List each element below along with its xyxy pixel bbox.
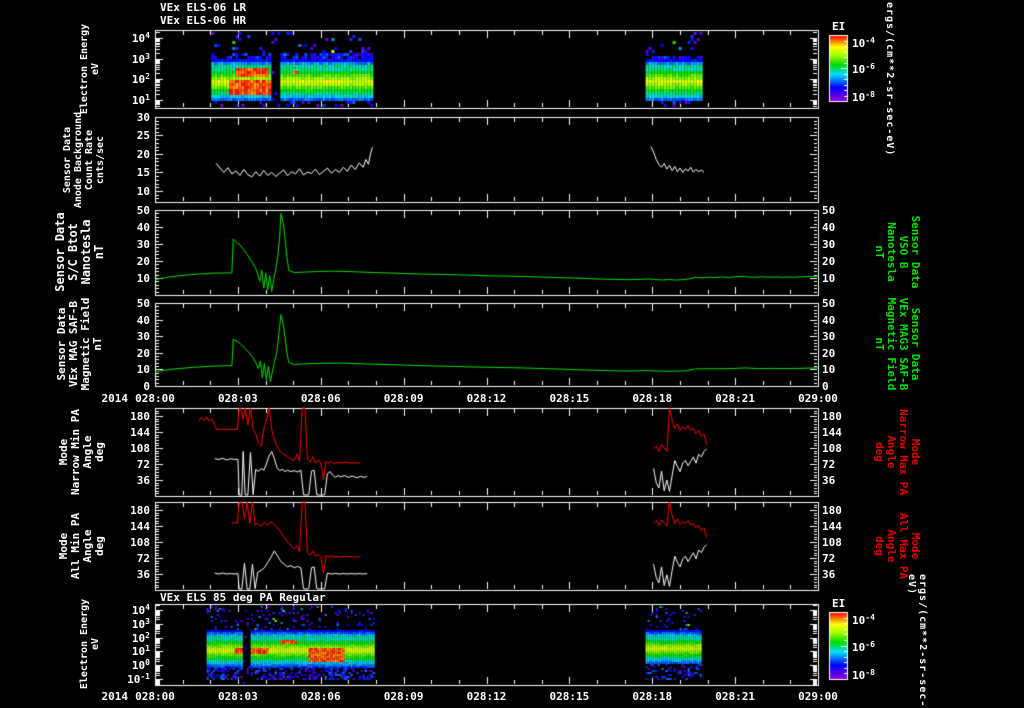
colorbar2-tick-10^-8: 10-8 xyxy=(852,668,875,682)
ytick-all-36: 36 xyxy=(136,568,150,581)
xtick-row1-028:06: 028:06 xyxy=(300,392,341,405)
colorbar2-tick-10^-4: 10-4 xyxy=(852,613,875,627)
panel1-title-hr: VEx ELS-06 HR xyxy=(160,14,247,27)
colorbar2-tick-10^-6: 10-6 xyxy=(852,640,875,654)
ytick-right-all-108: 108 xyxy=(822,536,842,549)
ytick-all-144: 144 xyxy=(130,520,150,533)
ytick-mag-50: 50 xyxy=(136,297,150,310)
ytick-right-all-36: 36 xyxy=(822,568,836,581)
ytick-all-108: 108 xyxy=(130,536,150,549)
colorbar1-tick-10^-8: 10-8 xyxy=(852,90,875,104)
xtick-row1-028:09: 028:09 xyxy=(383,392,424,405)
ytick-right-narrow-36: 36 xyxy=(822,474,836,487)
ytick-right-btot-40: 40 xyxy=(822,221,836,234)
ytick-els06-10^4: 104 xyxy=(131,31,150,45)
colorbar2-unit-label: ergs/(cm**2-sr-sec-eV) xyxy=(906,574,928,708)
ytick-right-narrow-72: 72 xyxy=(822,458,836,471)
ytick-all-180: 180 xyxy=(130,504,150,517)
ytick-els06-10^2: 102 xyxy=(131,72,150,86)
ytick-right-all-180: 180 xyxy=(822,504,842,517)
ytick-narrow-108: 108 xyxy=(130,442,150,455)
xtick-row2-028:15: 028:15 xyxy=(549,690,590,703)
ytick-right-btot-50: 50 xyxy=(822,204,836,217)
ytick-els85-10^1: 101 xyxy=(131,644,150,658)
ytick-right-mag-20: 20 xyxy=(822,347,836,360)
ytick-count-20: 20 xyxy=(136,148,150,161)
ytick-narrow-180: 180 xyxy=(130,410,150,423)
ytick-mag-40: 40 xyxy=(136,314,150,327)
xtick-row2-028:21: 028:21 xyxy=(715,690,755,703)
ytick-btot-10: 10 xyxy=(136,272,150,285)
ytick-els85-10^4: 104 xyxy=(131,603,150,617)
xtick-row2-028:18: 028:18 xyxy=(632,690,673,703)
ytick-right-btot-20: 20 xyxy=(822,255,836,268)
ytick-els85-10^3: 103 xyxy=(131,617,150,631)
ytick-btot-40: 40 xyxy=(136,221,150,234)
colorbar1-unit-label: ergs/(cm**2-sr-sec-eV) xyxy=(884,2,895,157)
ytick-btot-20: 20 xyxy=(136,255,150,268)
ytick-right-mag-10: 10 xyxy=(822,363,836,376)
panel1-title-lr: VEx ELS-06 LR xyxy=(160,1,247,14)
xtick-row2-028:09: 028:09 xyxy=(383,690,424,703)
xtick-row1-028:03: 028:03 xyxy=(218,392,258,405)
ytick-count-25: 25 xyxy=(136,129,150,142)
ytick-right-narrow-144: 144 xyxy=(822,426,842,439)
xtick-row2-028:03: 028:03 xyxy=(218,690,258,703)
xtick-row2-028:06: 028:06 xyxy=(300,690,341,703)
xtick-row2-028:00: 028:00 xyxy=(135,690,175,703)
panel7-title: VEx ELS 85 deg PA Regular xyxy=(160,591,326,604)
panel7-ylabel: Electron Energy eV xyxy=(79,598,101,690)
ytick-all-72: 72 xyxy=(136,552,150,565)
ytick-right-mag-50: 50 xyxy=(822,297,836,310)
ytick-right-all-72: 72 xyxy=(822,552,836,565)
ytick-right-btot-30: 30 xyxy=(822,238,836,251)
ytick-narrow-144: 144 xyxy=(130,426,150,439)
xtick-row1-028:00: 028:00 xyxy=(135,392,175,405)
ytick-count-15: 15 xyxy=(136,166,150,179)
ytick-els85-10^-1: 10-1 xyxy=(127,672,150,686)
ytick-right-narrow-180: 180 xyxy=(822,410,842,423)
ytick-els85-10^0: 100 xyxy=(131,658,150,672)
xtick-row1-028:12: 028:12 xyxy=(466,392,507,405)
ytick-count-10: 10 xyxy=(136,185,150,198)
plot-page: VEx ELS-06 LR VEx ELS-06 HR VEx ELS 85 d… xyxy=(0,0,1024,708)
ytick-els06-10^1: 101 xyxy=(131,93,150,107)
colorbar2-title: EI xyxy=(832,597,846,610)
ytick-narrow-72: 72 xyxy=(136,458,150,471)
xtick-row1-028:18: 028:18 xyxy=(632,392,673,405)
ytick-els06-10^3: 103 xyxy=(131,52,150,66)
ytick-right-all-144: 144 xyxy=(822,520,842,533)
ytick-right-mag-40: 40 xyxy=(822,314,836,327)
ytick-right-mag-30: 30 xyxy=(822,330,836,343)
xtick-row1-029:00: 029:00 xyxy=(798,392,838,405)
ytick-count-30: 30 xyxy=(136,111,150,124)
xtick-row1-028:15: 028:15 xyxy=(549,392,590,405)
ytick-mag-10: 10 xyxy=(136,363,150,376)
ytick-btot-50: 50 xyxy=(136,204,150,217)
ytick-mag-20: 20 xyxy=(136,347,150,360)
ytick-mag-30: 30 xyxy=(136,330,150,343)
xtick-row2-029:00: 029:00 xyxy=(798,690,838,703)
ytick-btot-30: 30 xyxy=(136,238,150,251)
ytick-right-btot-10: 10 xyxy=(822,272,836,285)
ytick-right-narrow-108: 108 xyxy=(822,442,842,455)
ytick-els85-10^2: 102 xyxy=(131,631,150,645)
colorbar1-title: EI xyxy=(832,20,846,33)
xtick-row2-028:12: 028:12 xyxy=(466,690,507,703)
xtick-row1-028:21: 028:21 xyxy=(715,392,755,405)
colorbar1-tick-10^-4: 10-4 xyxy=(852,36,875,50)
colorbar1-tick-10^-6: 10-6 xyxy=(852,62,875,76)
ytick-narrow-36: 36 xyxy=(136,474,150,487)
plots-canvas xyxy=(0,0,1024,708)
